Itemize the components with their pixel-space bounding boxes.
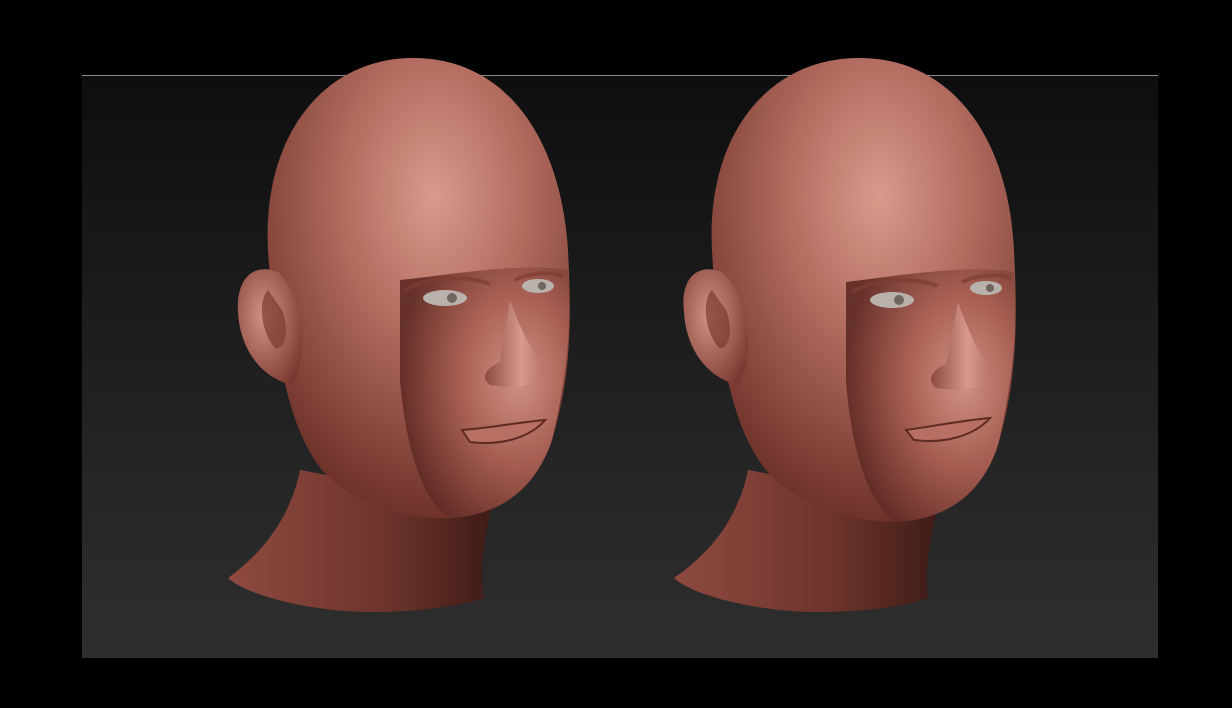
eye-left-1	[423, 290, 467, 306]
face-left	[400, 267, 570, 518]
iris-right-2	[986, 284, 994, 292]
iris-left-2	[538, 282, 546, 290]
face-right	[846, 269, 1016, 522]
iris-right-1	[894, 295, 904, 305]
sculpt-scene[interactable]	[0, 0, 1232, 708]
iris-left-1	[447, 293, 457, 303]
head-sculpt-left[interactable]	[228, 57, 570, 612]
head-sculpt-right[interactable]	[674, 57, 1016, 612]
eye-right-1	[870, 292, 914, 308]
